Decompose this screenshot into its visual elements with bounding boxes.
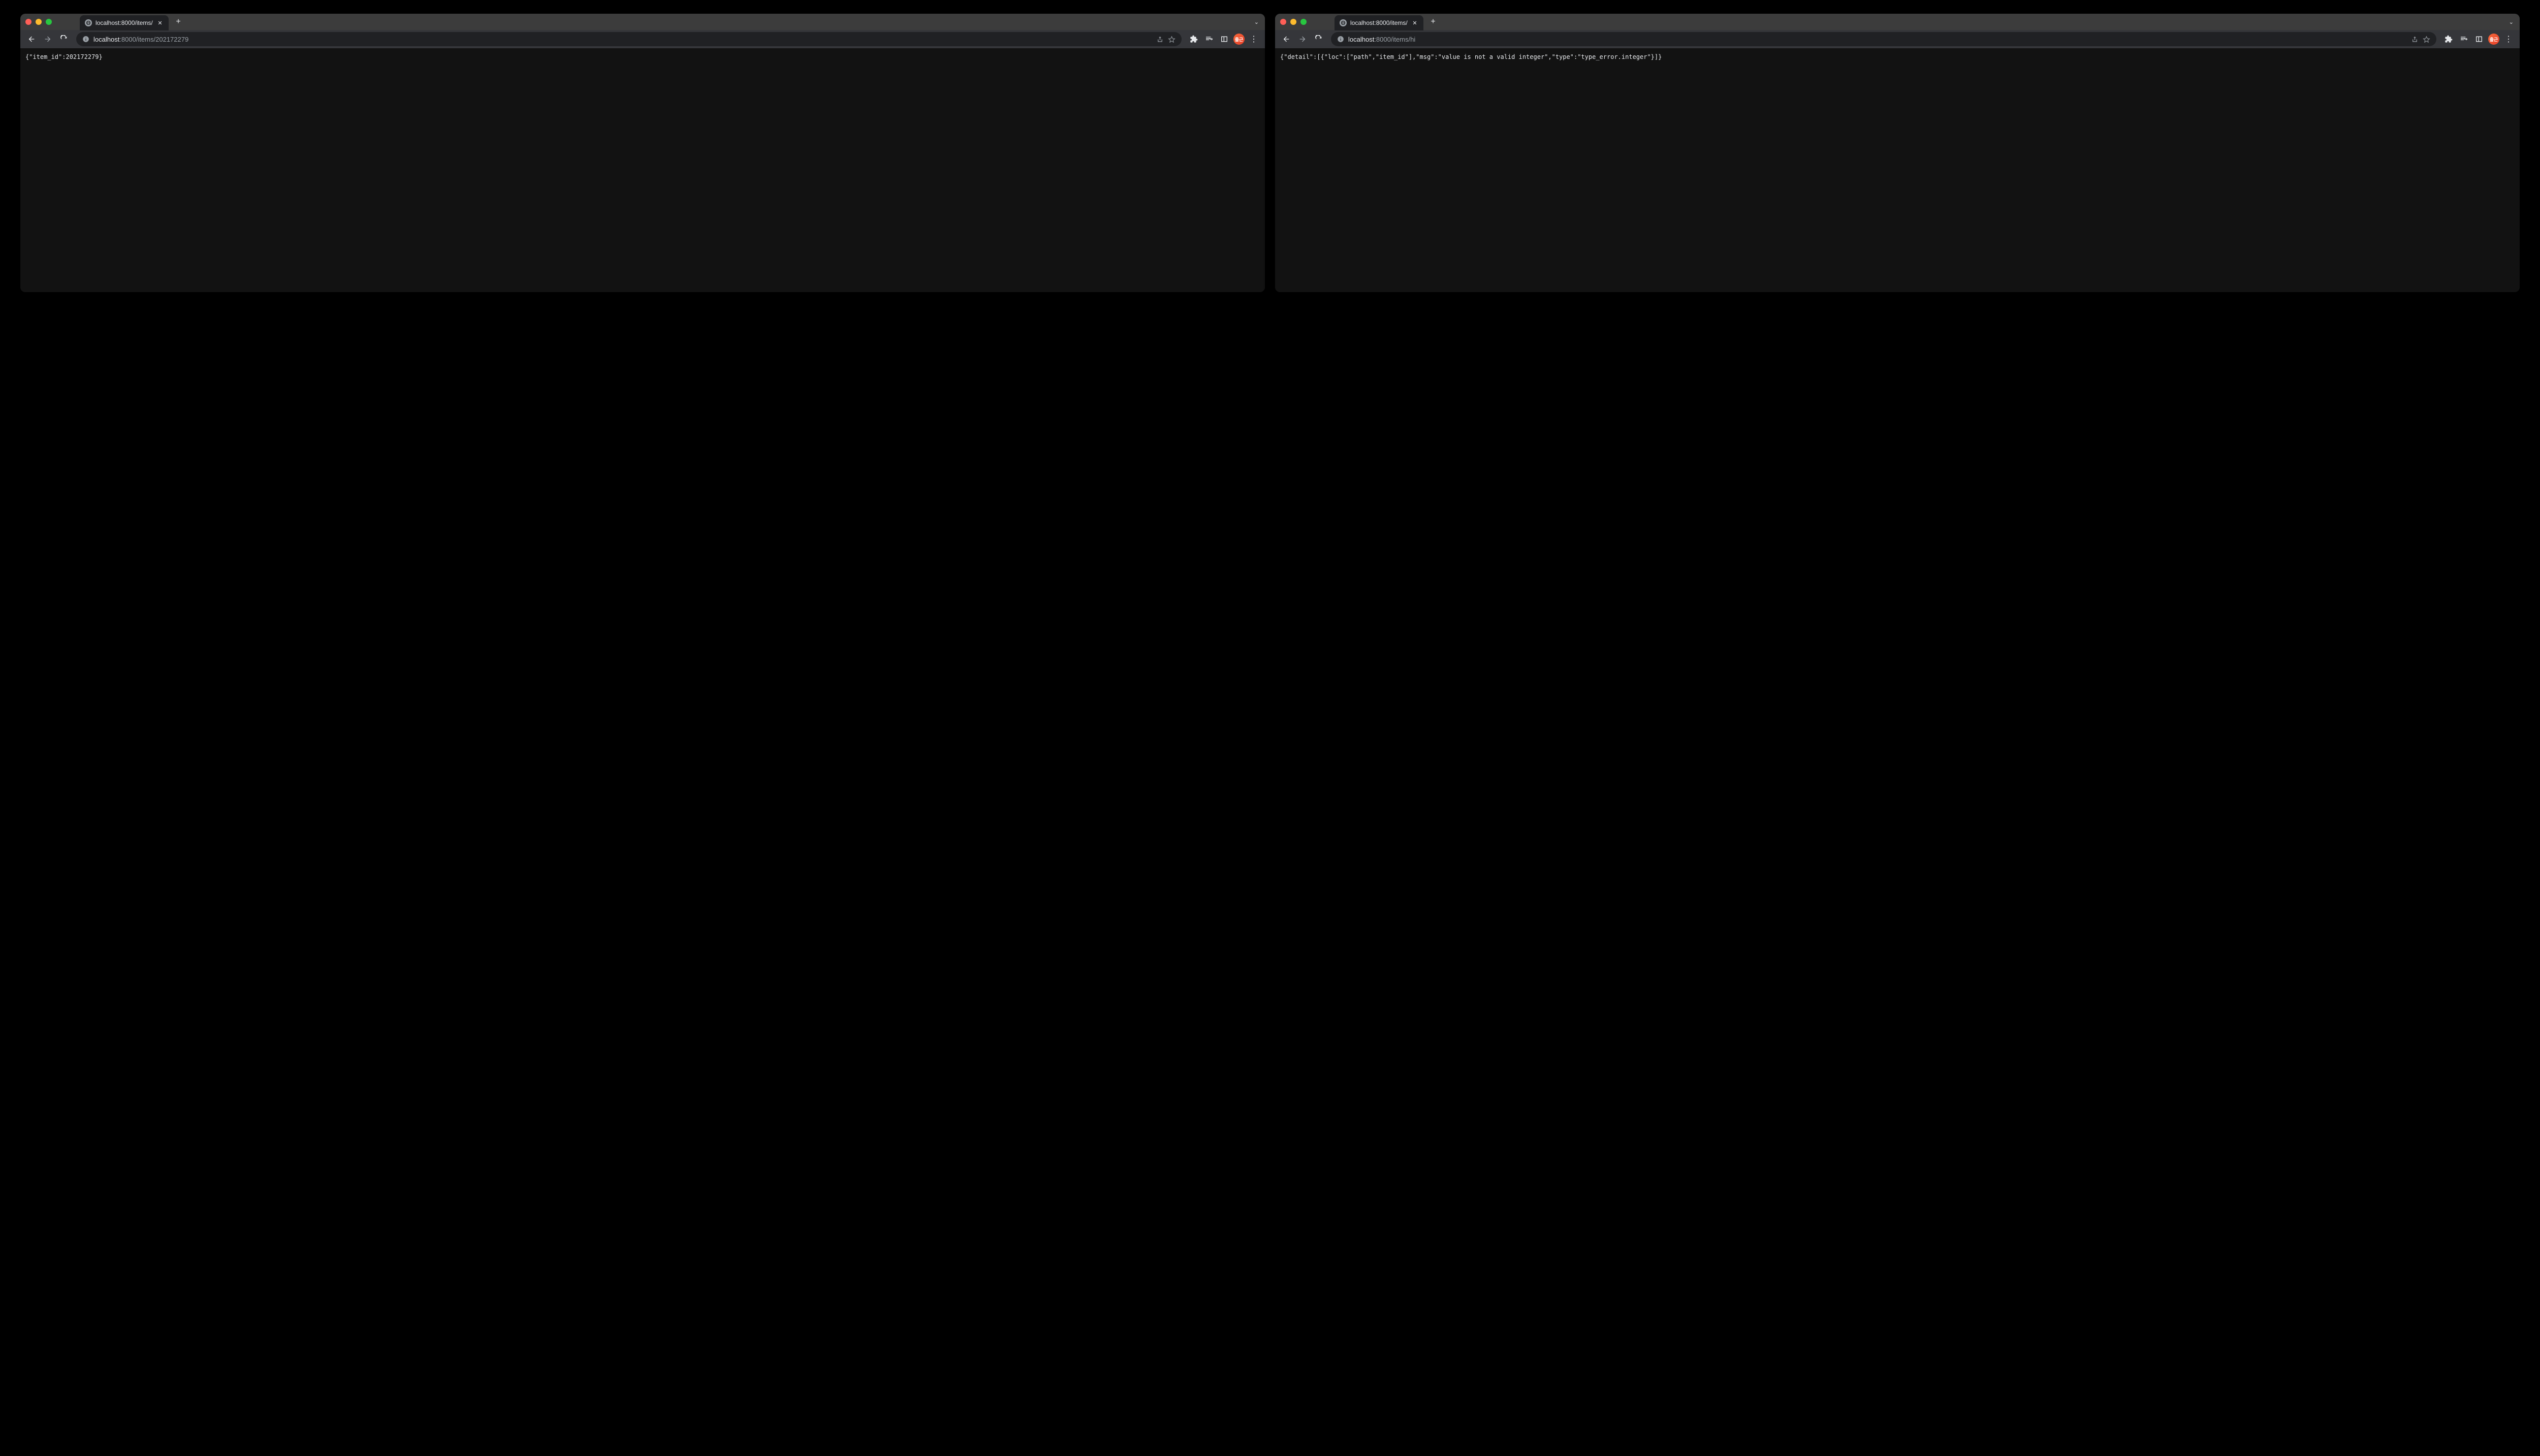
- window-close-button[interactable]: [25, 19, 31, 25]
- window-maximize-button[interactable]: [46, 19, 52, 25]
- url-path: :8000/items/202172279: [119, 36, 188, 43]
- response-body: {"detail":[{"loc":["path","item_id"],"ms…: [1280, 53, 2515, 60]
- tab-close-button[interactable]: ✕: [1411, 19, 1418, 26]
- forward-button[interactable]: [41, 32, 55, 46]
- tab-search-button[interactable]: ⌄: [1254, 19, 1259, 25]
- site-info-icon[interactable]: [1337, 36, 1344, 43]
- extensions-button[interactable]: [1187, 32, 1201, 46]
- page-content: {"detail":[{"loc":["path","item_id"],"ms…: [1275, 48, 2520, 292]
- toolbar: localhost:8000/items/202172279 출근 ⋮: [20, 30, 1265, 48]
- tab-title: localhost:8000/items/hi: [1350, 19, 1408, 26]
- response-body: {"item_id":202172279}: [25, 53, 1260, 60]
- tab-search-button[interactable]: ⌄: [2509, 19, 2514, 25]
- reading-list-button[interactable]: [2457, 32, 2471, 46]
- url-host: localhost: [93, 36, 119, 43]
- side-panel-button[interactable]: [2472, 32, 2486, 46]
- address-bar[interactable]: localhost:8000/items/hi: [1331, 32, 2436, 46]
- tabstrip: localhost:8000/items/2021722 ✕ +: [80, 14, 185, 30]
- share-button[interactable]: [2411, 36, 2419, 43]
- address-bar[interactable]: localhost:8000/items/202172279: [76, 32, 1182, 46]
- reading-list-button[interactable]: [1202, 32, 1216, 46]
- new-tab-button[interactable]: +: [172, 15, 185, 28]
- reload-button[interactable]: [1312, 32, 1326, 46]
- profile-avatar[interactable]: 출근: [1233, 34, 1245, 45]
- traffic-lights: [1280, 19, 1307, 25]
- back-button[interactable]: [24, 32, 39, 46]
- globe-icon: [1340, 19, 1347, 26]
- share-button[interactable]: [1156, 36, 1164, 43]
- window-close-button[interactable]: [1280, 19, 1286, 25]
- url-host: localhost: [1348, 36, 1374, 43]
- menu-button[interactable]: ⋮: [1247, 32, 1261, 46]
- page-content: {"item_id":202172279}: [20, 48, 1265, 292]
- titlebar: localhost:8000/items/2021722 ✕ + ⌄: [20, 14, 1265, 30]
- browser-window-left: localhost:8000/items/2021722 ✕ + ⌄ local…: [20, 14, 1265, 292]
- side-panel-button[interactable]: [1217, 32, 1231, 46]
- tab-title: localhost:8000/items/2021722: [96, 19, 153, 26]
- menu-button[interactable]: ⋮: [2501, 32, 2516, 46]
- globe-icon: [85, 19, 92, 26]
- url-display: localhost:8000/items/202172279: [93, 36, 1152, 43]
- forward-button[interactable]: [1295, 32, 1310, 46]
- bookmark-button[interactable]: [1168, 36, 1176, 43]
- new-tab-button[interactable]: +: [1426, 15, 1440, 28]
- window-minimize-button[interactable]: [1290, 19, 1296, 25]
- profile-avatar[interactable]: 출근: [2488, 34, 2499, 45]
- bookmark-button[interactable]: [2423, 36, 2430, 43]
- window-minimize-button[interactable]: [36, 19, 42, 25]
- url-path: :8000/items/hi: [1374, 36, 1415, 43]
- titlebar: localhost:8000/items/hi ✕ + ⌄: [1275, 14, 2520, 30]
- reload-button[interactable]: [57, 32, 71, 46]
- tab-close-button[interactable]: ✕: [156, 19, 164, 26]
- toolbar: localhost:8000/items/hi 출근 ⋮: [1275, 30, 2520, 48]
- window-maximize-button[interactable]: [1300, 19, 1307, 25]
- traffic-lights: [25, 19, 52, 25]
- back-button[interactable]: [1279, 32, 1293, 46]
- browser-tab[interactable]: localhost:8000/items/hi ✕: [1335, 15, 1423, 30]
- toolbar-right: 출근 ⋮: [2441, 32, 2516, 46]
- browser-tab[interactable]: localhost:8000/items/2021722 ✕: [80, 15, 169, 30]
- toolbar-right: 출근 ⋮: [1187, 32, 1261, 46]
- url-display: localhost:8000/items/hi: [1348, 36, 2407, 43]
- extensions-button[interactable]: [2441, 32, 2456, 46]
- site-info-icon[interactable]: [82, 36, 89, 43]
- tabstrip: localhost:8000/items/hi ✕ +: [1335, 14, 1440, 30]
- browser-window-right: localhost:8000/items/hi ✕ + ⌄ localhost:…: [1275, 14, 2520, 292]
